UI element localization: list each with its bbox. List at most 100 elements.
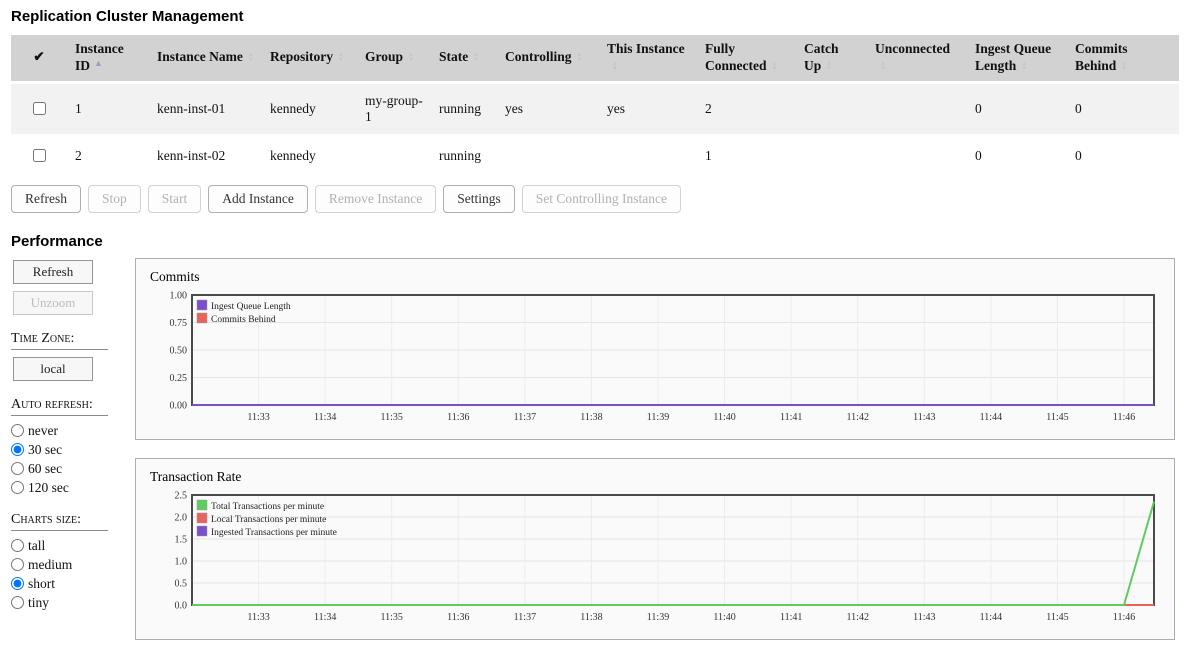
commits-chart[interactable]: 0.000.250.500.751.0011:3311:3411:3511:36… (148, 289, 1162, 431)
radio-never[interactable] (11, 424, 24, 437)
col-header-ingest-queue-length[interactable]: Ingest Queue Length (967, 35, 1067, 82)
auto-refresh-label: Auto refresh: (11, 397, 108, 416)
auto-refresh-option-60-sec[interactable]: 60 sec (11, 461, 135, 477)
cell-repository: kennedy (262, 82, 357, 135)
svg-text:11:33: 11:33 (247, 612, 269, 623)
svg-text:11:39: 11:39 (647, 612, 669, 623)
cell-controlling (497, 135, 599, 175)
svg-text:Local Transactions per minute: Local Transactions per minute (211, 515, 326, 525)
cell-unconnected (867, 135, 967, 175)
col-header-unconnected[interactable]: Unconnected (867, 35, 967, 82)
sort-icon (1121, 62, 1127, 72)
start-button[interactable]: Start (148, 185, 202, 213)
auto-refresh-option-never[interactable]: never (11, 423, 135, 439)
transaction-rate-chart[interactable]: 0.00.51.01.52.02.511:3311:3411:3511:3611… (148, 489, 1162, 631)
radio-medium[interactable] (11, 558, 24, 571)
col-header-controlling[interactable]: Controlling (497, 35, 599, 82)
col-header-this-instance[interactable]: This Instance (599, 35, 697, 82)
unzoom-button[interactable]: Unzoom (13, 291, 93, 315)
svg-text:11:36: 11:36 (447, 412, 469, 423)
sort-icon (880, 62, 886, 72)
charts-size-option-short[interactable]: short (11, 576, 135, 592)
cell-instance-name: kenn-inst-02 (149, 135, 262, 175)
check-icon: ✔ (33, 49, 44, 64)
col-header-commits-behind[interactable]: Commits Behind (1067, 35, 1179, 82)
col-header-repository[interactable]: Repository (262, 35, 357, 82)
sort-icon (338, 53, 344, 63)
transaction-rate-chart-title: Transaction Rate (150, 469, 1162, 485)
svg-text:11:43: 11:43 (913, 612, 935, 623)
col-header-instance-name[interactable]: Instance Name (149, 35, 262, 82)
col-header-fully-connected[interactable]: Fully Connected (697, 35, 796, 82)
radio-tiny[interactable] (11, 596, 24, 609)
col-header-check[interactable]: ✔ (11, 35, 67, 82)
row-select-checkbox[interactable] (33, 102, 46, 115)
svg-text:0.25: 0.25 (170, 373, 188, 384)
charts-size-option-medium[interactable]: medium (11, 557, 135, 573)
cell-fully-connected: 1 (697, 135, 796, 175)
auto-refresh-option-120-sec[interactable]: 120 sec (11, 480, 135, 496)
commits-chart-box: Commits 0.000.250.500.751.0011:3311:3411… (135, 258, 1175, 440)
cell-controlling: yes (497, 82, 599, 135)
svg-text:11:38: 11:38 (580, 612, 602, 623)
svg-text:11:34: 11:34 (314, 612, 336, 623)
transaction-rate-chart-box: Transaction Rate 0.00.51.01.52.02.511:33… (135, 458, 1175, 640)
cell-this-instance: yes (599, 82, 697, 135)
svg-text:0.75: 0.75 (170, 318, 188, 329)
sort-asc-icon: ▲ (94, 58, 103, 68)
svg-text:Ingested Transactions per minu: Ingested Transactions per minute (211, 528, 337, 538)
cell-instance-id: 2 (67, 135, 149, 175)
svg-text:11:46: 11:46 (1113, 612, 1135, 623)
timezone-local-button[interactable]: local (13, 357, 93, 381)
cell-select (11, 135, 67, 175)
svg-text:0.5: 0.5 (175, 578, 188, 589)
svg-text:0.50: 0.50 (170, 345, 188, 356)
svg-text:11:36: 11:36 (447, 612, 469, 623)
svg-text:11:40: 11:40 (713, 412, 735, 423)
table-row: 2 kenn-inst-02 kennedy running 1 0 0 (11, 135, 1179, 175)
charts-size-option-tall[interactable]: tall (11, 538, 135, 554)
svg-text:2.0: 2.0 (175, 512, 188, 523)
cell-unconnected (867, 82, 967, 135)
svg-text:11:46: 11:46 (1113, 412, 1135, 423)
radio-60-sec[interactable] (11, 462, 24, 475)
perf-refresh-button[interactable]: Refresh (13, 260, 93, 284)
sort-icon (248, 53, 254, 63)
cell-ingest-queue-length: 0 (967, 135, 1067, 175)
col-header-group[interactable]: Group (357, 35, 431, 82)
page-title: Replication Cluster Management (11, 8, 1180, 25)
charts-size-label: Charts size: (11, 512, 108, 531)
auto-refresh-option-30-sec[interactable]: 30 sec (11, 442, 135, 458)
radio-tall[interactable] (11, 539, 24, 552)
instances-table: ✔ Instance ID▲ Instance Name Repository … (11, 35, 1179, 175)
table-header-row: ✔ Instance ID▲ Instance Name Repository … (11, 35, 1179, 82)
svg-text:11:44: 11:44 (980, 412, 1002, 423)
set-controlling-instance-button[interactable]: Set Controlling Instance (522, 185, 681, 213)
svg-text:11:35: 11:35 (381, 612, 403, 623)
col-header-state[interactable]: State (431, 35, 497, 82)
cell-fully-connected: 2 (697, 82, 796, 135)
cell-instance-id: 1 (67, 82, 149, 135)
refresh-button[interactable]: Refresh (11, 185, 81, 213)
charts-size-option-tiny[interactable]: tiny (11, 595, 135, 611)
svg-text:11:39: 11:39 (647, 412, 669, 423)
stop-button[interactable]: Stop (88, 185, 141, 213)
sort-icon (772, 62, 778, 72)
svg-text:11:34: 11:34 (314, 412, 336, 423)
svg-text:Commits Behind: Commits Behind (211, 315, 276, 325)
cell-catch-up (796, 135, 867, 175)
sort-icon (408, 53, 414, 63)
cell-catch-up (796, 82, 867, 135)
col-header-instance-id[interactable]: Instance ID▲ (67, 35, 149, 82)
radio-30-sec[interactable] (11, 443, 24, 456)
add-instance-button[interactable]: Add Instance (208, 185, 308, 213)
radio-120-sec[interactable] (11, 481, 24, 494)
row-select-checkbox[interactable] (33, 149, 46, 162)
cell-select (11, 82, 67, 135)
col-header-catch-up[interactable]: Catch Up (796, 35, 867, 82)
radio-short[interactable] (11, 577, 24, 590)
svg-text:11:41: 11:41 (780, 412, 802, 423)
svg-text:11:45: 11:45 (1046, 412, 1068, 423)
settings-button[interactable]: Settings (443, 185, 515, 213)
remove-instance-button[interactable]: Remove Instance (315, 185, 436, 213)
